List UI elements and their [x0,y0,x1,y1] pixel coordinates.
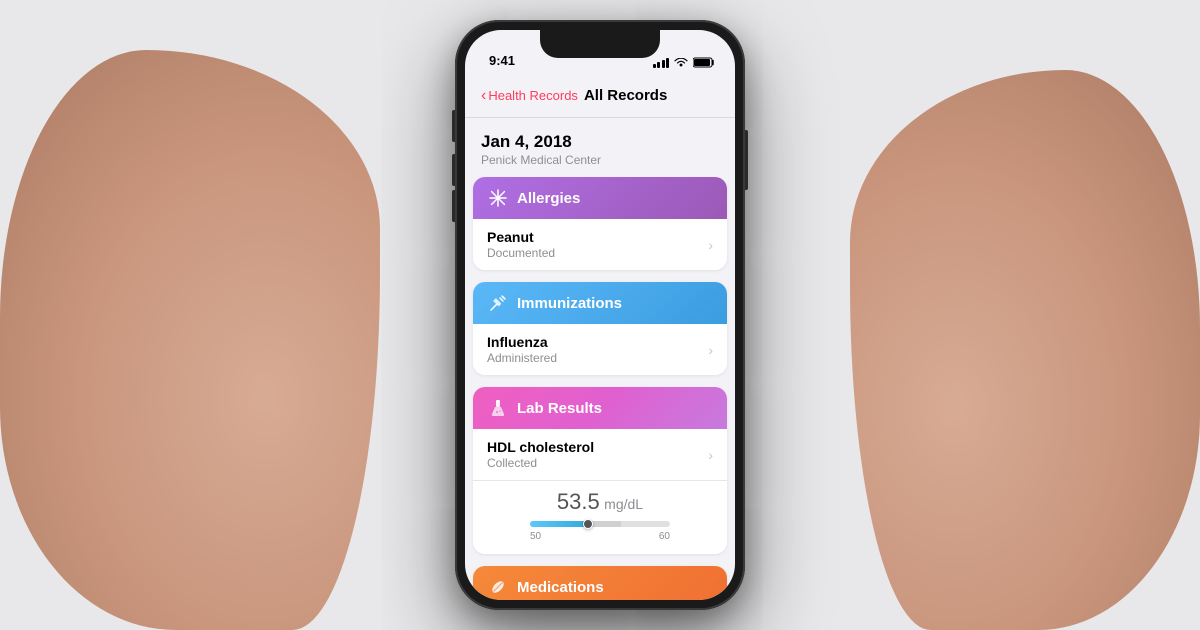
facility-name: Penick Medical Center [481,153,719,167]
battery-icon [693,57,715,68]
immunizations-label: Immunizations [517,295,622,312]
lab-hdl-text: HDL cholesterol Collected [487,439,594,470]
content-scroll[interactable]: Jan 4, 2018 Penick Medical Center [465,118,735,600]
allergies-label: Allergies [517,190,580,207]
lab-results-card: Lab Results HDL cholesterol Collected › … [473,387,727,554]
immunization-influenza-text: Influenza Administered [487,334,557,365]
lab-value-area: 53.5 mg/dL 50 60 [473,481,727,554]
immunization-influenza-title: Influenza [487,334,557,350]
snowflake-icon [487,187,509,209]
screen: 9:41 [465,30,735,600]
nav-title: All Records [584,87,667,104]
lab-results-header: Lab Results [473,387,727,429]
lab-hdl[interactable]: HDL cholesterol Collected › [473,429,727,481]
wifi-icon [674,58,688,68]
allergy-peanut[interactable]: Peanut Documented › [473,219,727,270]
lab-value-unit: mg/dL [604,496,643,512]
allergies-header: Allergies [473,177,727,219]
immunization-influenza-sub: Administered [487,351,557,365]
range-fill [530,521,586,527]
syringe-icon [487,292,509,314]
range-bar: 50 60 [530,521,670,542]
status-time: 9:41 [485,53,515,68]
medications-label: Medications [517,579,604,596]
hand-left [0,50,380,630]
chevron-icon: › [708,342,713,358]
hand-right [850,70,1200,630]
medications-card: Medications Albuterol HFA 90mcg Prescrib… [473,566,727,600]
allergies-card: Allergies Peanut Documented › [473,177,727,270]
chevron-icon: › [708,237,713,253]
allergy-peanut-text: Peanut Documented [487,229,555,260]
date-section: Jan 4, 2018 Penick Medical Center [465,118,735,177]
range-track [530,521,670,527]
phone: 9:41 [455,20,745,610]
signal-icon [653,58,670,68]
range-min: 50 [530,531,541,542]
immunizations-card: Immunizations Influenza Administered › [473,282,727,375]
medications-header: Medications [473,566,727,600]
nav-bar: ‹ Health Records All Records [465,74,735,118]
status-icons [653,57,716,68]
range-max: 60 [659,531,670,542]
lab-results-label: Lab Results [517,400,602,417]
chevron-icon: › [708,447,713,463]
immunization-influenza[interactable]: Influenza Administered › [473,324,727,375]
immunizations-header: Immunizations [473,282,727,324]
scene: 9:41 [0,0,1200,630]
pill-icon [487,576,509,598]
lab-hdl-title: HDL cholesterol [487,439,594,455]
notch [540,30,660,58]
lab-hdl-sub: Collected [487,456,594,470]
back-label: Health Records [488,88,578,103]
range-labels: 50 60 [530,531,670,542]
range-marker [583,519,593,529]
back-chevron-icon: ‹ [481,87,486,105]
allergy-peanut-sub: Documented [487,246,555,260]
lab-icon [487,397,509,419]
lab-value-number: 53.5 [557,489,600,514]
back-button[interactable]: ‹ Health Records [481,87,578,105]
record-date: Jan 4, 2018 [481,132,719,152]
allergy-peanut-title: Peanut [487,229,555,245]
